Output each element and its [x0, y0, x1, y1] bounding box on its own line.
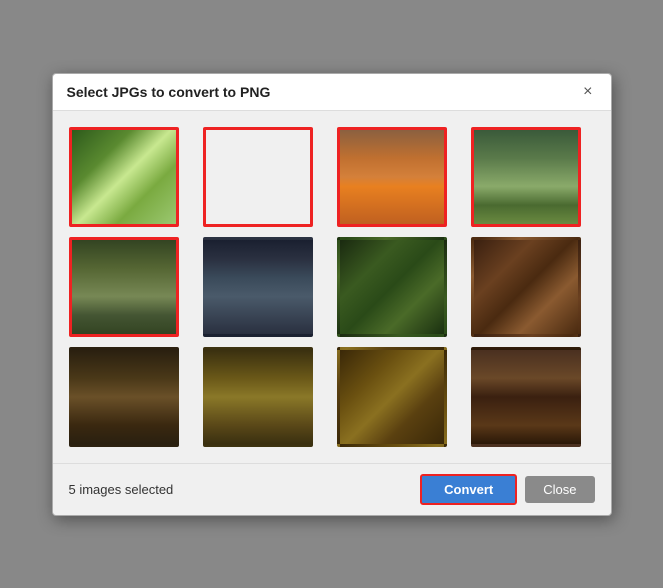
- image-item-3[interactable]: [337, 127, 447, 227]
- image-item-6[interactable]: [203, 237, 313, 337]
- dialog-body: [53, 111, 611, 463]
- image-thumb-12: [471, 347, 581, 447]
- image-thumb-7: [337, 237, 447, 337]
- image-item-11[interactable]: [337, 347, 447, 447]
- image-item-12[interactable]: [471, 347, 581, 447]
- image-item-4[interactable]: [471, 127, 581, 227]
- image-thumb-3: [337, 127, 447, 227]
- image-item-10[interactable]: [203, 347, 313, 447]
- image-grid: [69, 127, 595, 447]
- image-item-9[interactable]: [69, 347, 179, 447]
- image-item-1[interactable]: [69, 127, 179, 227]
- dialog-title: Select JPGs to convert to PNG: [67, 84, 271, 100]
- dialog-close-button[interactable]: ×: [579, 84, 596, 100]
- image-thumb-2: [203, 127, 313, 227]
- image-thumb-4: [471, 127, 581, 227]
- image-thumb-1: [69, 127, 179, 227]
- image-item-7[interactable]: [337, 237, 447, 337]
- image-item-5[interactable]: [69, 237, 179, 337]
- dialog-footer: 5 images selected Convert Close: [53, 463, 611, 515]
- dialog: Select JPGs to convert to PNG × 5 images…: [52, 73, 612, 516]
- image-thumb-10: [203, 347, 313, 447]
- image-thumb-9: [69, 347, 179, 447]
- close-button[interactable]: Close: [525, 476, 594, 503]
- image-thumb-8: [471, 237, 581, 337]
- convert-button[interactable]: Convert: [420, 474, 517, 505]
- image-thumb-6: [203, 237, 313, 337]
- status-text: 5 images selected: [69, 482, 174, 497]
- image-item-2[interactable]: [203, 127, 313, 227]
- image-thumb-11: [337, 347, 447, 447]
- dialog-titlebar: Select JPGs to convert to PNG ×: [53, 74, 611, 111]
- image-item-8[interactable]: [471, 237, 581, 337]
- image-thumb-5: [69, 237, 179, 337]
